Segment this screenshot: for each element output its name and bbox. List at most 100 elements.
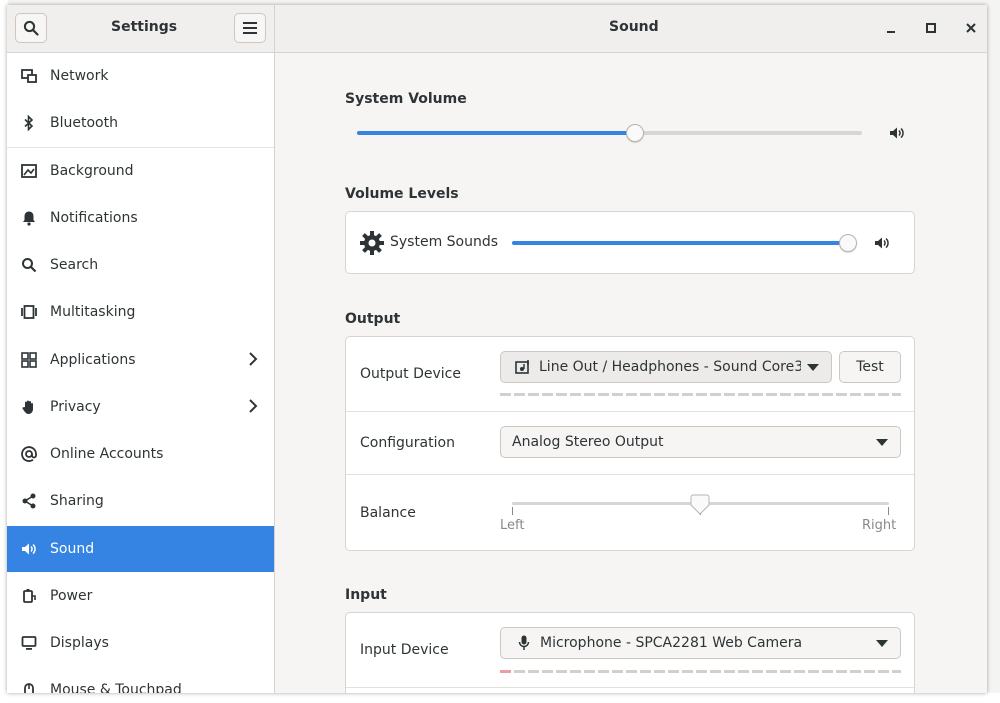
chevron-down-icon [876, 640, 888, 647]
sidebar-item-privacy[interactable]: Privacy [7, 384, 274, 430]
multitasking-icon [21, 304, 37, 320]
main-headerbar: Sound [275, 5, 987, 53]
sidebar-item-network[interactable]: Network [7, 53, 274, 99]
sidebar-item-label: Mouse & Touchpad [50, 682, 182, 693]
input-device-select[interactable]: Microphone - SPCA2281 Web Camera [500, 627, 901, 659]
share-icon [21, 493, 37, 509]
volume-levels-card: System Sounds [345, 211, 915, 274]
sound-panel: System Volume Volume Levels System Sound… [275, 53, 987, 693]
chevron-down-icon [876, 439, 888, 446]
sidebar-headerbar: Settings [7, 5, 275, 53]
sidebar-item-notifications[interactable]: Notifications [7, 195, 274, 241]
output-device-select[interactable]: Line Out / Headphones - Sound Core3… [500, 351, 832, 383]
mouse-icon [21, 682, 37, 693]
input-device-value: Microphone - SPCA2281 Web Camera [540, 635, 803, 651]
sidebar-item-label: Bluetooth [50, 115, 118, 131]
sidebar-item-sharing[interactable]: Sharing [7, 478, 274, 524]
maximize-icon [926, 23, 936, 33]
sidebar-item-label: Search [50, 257, 99, 273]
display-icon [21, 635, 37, 651]
page-title: Sound [609, 19, 659, 35]
sidebar-title: Settings [111, 19, 178, 35]
sidebar-item-sound[interactable]: Sound [7, 526, 274, 572]
row-divider [346, 474, 914, 475]
input-level-fill [500, 670, 511, 673]
output-device-value: Line Out / Headphones - Sound Core3… [539, 359, 801, 375]
grid-icon [21, 352, 37, 368]
bluetooth-icon [21, 115, 37, 131]
balance-tick-right [888, 507, 889, 515]
input-level-meter [500, 670, 901, 673]
sidebar-item-label: Sound [50, 541, 95, 557]
sidebar: Network Bluetooth Background Notificatio… [7, 53, 275, 693]
balance-right-label: Right [862, 518, 897, 533]
system-sounds-label: System Sounds [390, 234, 499, 250]
system-volume-fill [357, 131, 635, 135]
sidebar-item-label: Notifications [50, 210, 138, 226]
volume-high-icon[interactable] [874, 235, 890, 255]
hand-icon [21, 399, 37, 415]
sidebar-item-label: Multitasking [50, 304, 136, 320]
sidebar-item-label: Displays [50, 635, 109, 651]
balance-slider[interactable] [690, 494, 710, 520]
input-title: Input [345, 587, 387, 603]
network-icon [21, 68, 37, 84]
minimize-icon [887, 31, 895, 33]
configuration-value: Analog Stereo Output [512, 434, 664, 450]
chevron-right-icon [248, 351, 258, 371]
input-card: Input Device Microphone - SPCA2281 Web C… [345, 612, 915, 693]
configuration-select[interactable]: Analog Stereo Output [500, 426, 901, 458]
sidebar-item-applications[interactable]: Applications [7, 337, 274, 383]
chevron-down-icon [807, 364, 819, 371]
menu-button[interactable] [234, 13, 266, 43]
sidebar-item-background[interactable]: Background [7, 148, 274, 194]
background-icon [21, 163, 37, 179]
sidebar-item-power[interactable]: Power [7, 573, 274, 619]
search-button[interactable] [15, 13, 47, 43]
minimize-button[interactable] [880, 17, 902, 39]
balance-tick-left [512, 507, 513, 515]
output-title: Output [345, 311, 401, 327]
sidebar-item-label: Power [50, 588, 93, 604]
sidebar-item-multitasking[interactable]: Multitasking [7, 289, 274, 335]
sidebar-item-label: Online Accounts [50, 446, 164, 462]
system-sounds-fill [512, 241, 848, 245]
sidebar-item-label: Background [50, 163, 134, 179]
volume-high-icon[interactable] [889, 125, 905, 145]
test-button[interactable]: Test [839, 351, 901, 383]
gear-icon [359, 230, 385, 260]
speaker-icon [21, 541, 37, 557]
desktop-background-bottom [0, 693, 1000, 703]
system-sounds-slider[interactable] [839, 234, 857, 252]
sidebar-item-search[interactable]: Search [7, 242, 274, 288]
close-button[interactable] [960, 17, 982, 39]
microphone-icon [518, 635, 530, 651]
input-device-label: Input Device [360, 642, 449, 658]
output-card: Output Device Line Out / Headphones - So… [345, 336, 915, 551]
audio-card-icon [515, 359, 531, 375]
sidebar-item-label: Network [50, 68, 109, 84]
sidebar-item-mouse-touchpad[interactable]: Mouse & Touchpad [7, 667, 274, 693]
hamburger-icon [243, 22, 257, 34]
at-icon [21, 446, 37, 462]
system-volume-title: System Volume [345, 91, 467, 107]
search-icon [23, 20, 39, 36]
volume-levels-title: Volume Levels [345, 186, 459, 202]
output-level-meter [500, 393, 901, 396]
sidebar-item-bluetooth[interactable]: Bluetooth [7, 100, 274, 146]
sidebar-item-label: Sharing [50, 493, 104, 509]
row-divider [346, 411, 914, 412]
chevron-right-icon [248, 398, 258, 418]
sidebar-item-online-accounts[interactable]: Online Accounts [7, 431, 274, 477]
configuration-label: Configuration [360, 435, 455, 451]
close-icon [966, 23, 976, 33]
maximize-button[interactable] [920, 17, 942, 39]
system-volume-slider[interactable] [625, 124, 644, 142]
output-device-label: Output Device [360, 366, 461, 382]
bell-icon [21, 210, 37, 226]
power-icon [21, 588, 37, 604]
row-divider [346, 687, 914, 688]
settings-window: Settings Sound Network Bluetooth Backgro… [7, 5, 987, 693]
sidebar-item-displays[interactable]: Displays [7, 620, 274, 666]
search-icon [21, 257, 37, 273]
